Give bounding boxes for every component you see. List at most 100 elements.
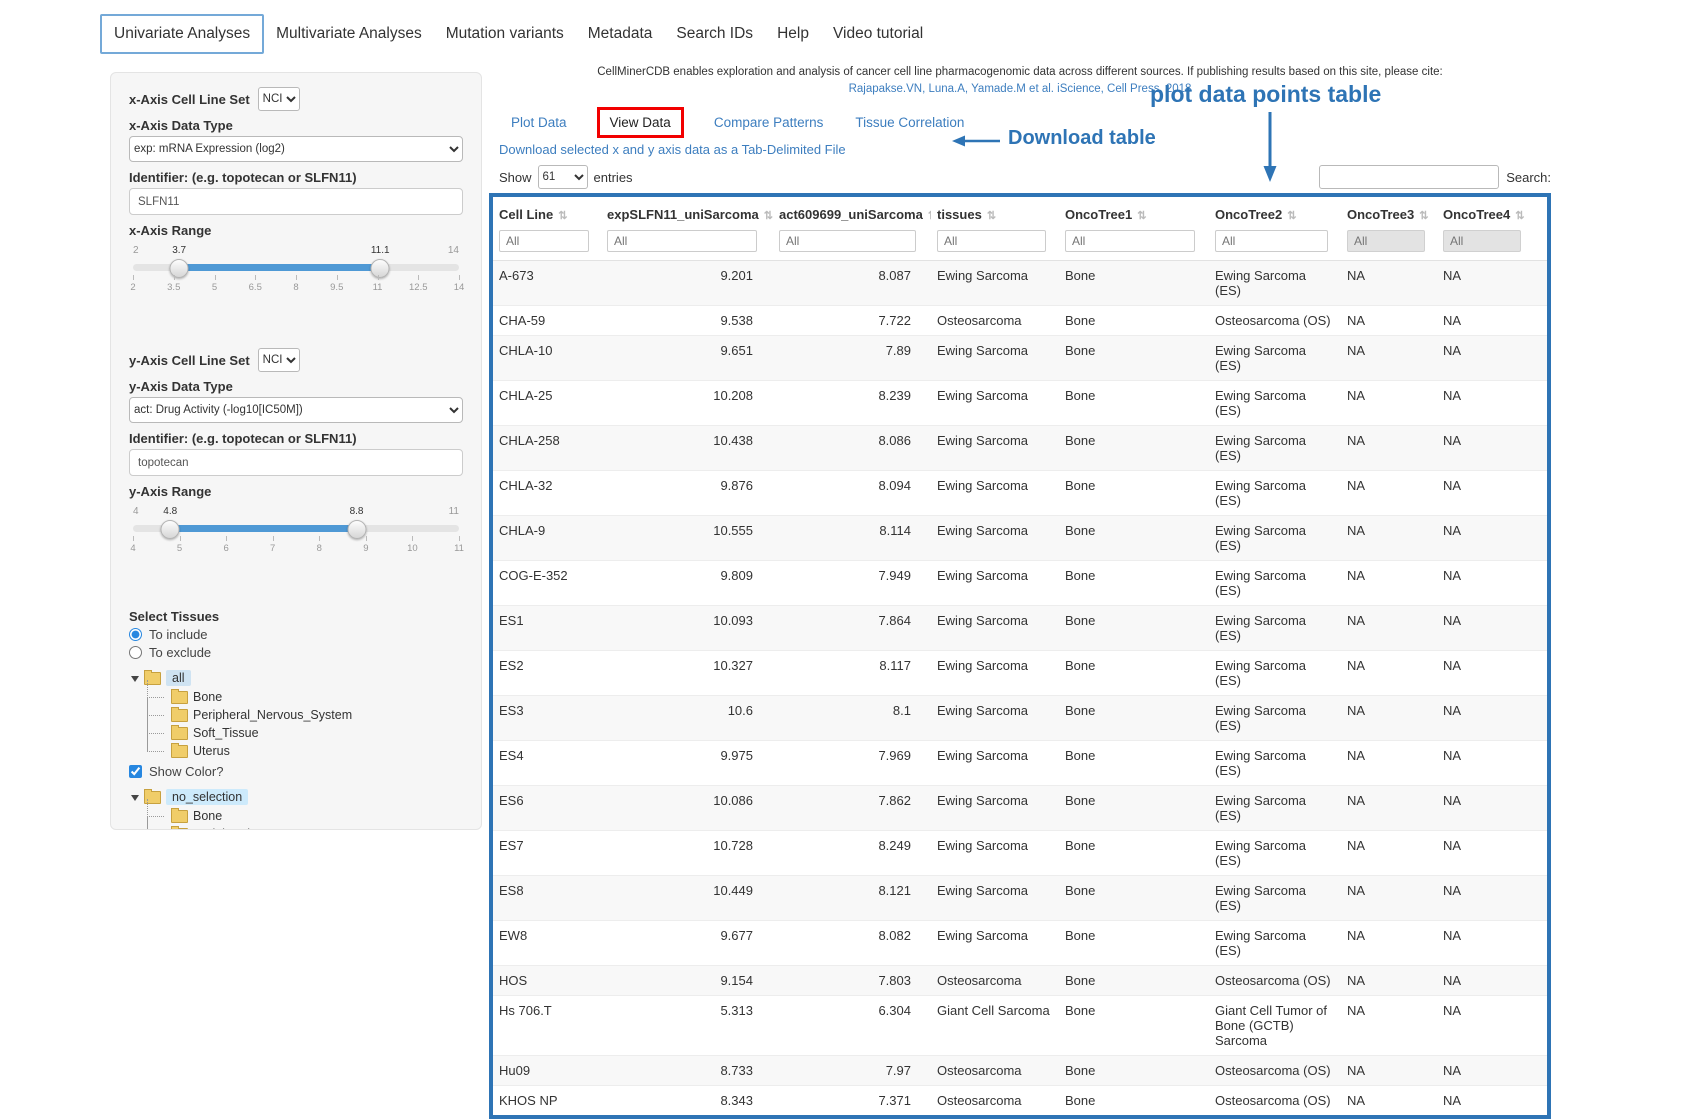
tree-root-label: no_selection: [166, 789, 248, 805]
table-row: CHLA-25810.4388.086Ewing SarcomaBoneEwin…: [493, 426, 1547, 471]
x-cell-line-set-select[interactable]: NCI: [258, 87, 300, 111]
cell: Ewing Sarcoma (ES): [1209, 921, 1341, 966]
cell: 8.117: [773, 651, 931, 696]
slider-tick: [133, 536, 134, 541]
cell: 9.677: [601, 921, 773, 966]
tab-plot-data[interactable]: Plot Data: [511, 115, 567, 130]
nav-item-multivariate-analyses[interactable]: Multivariate Analyses: [264, 16, 434, 52]
table-row: Hu098.7337.97OsteosarcomaBoneOsteosarcom…: [493, 1056, 1547, 1086]
tree-item-soft-tissue[interactable]: Soft_Tissue: [145, 724, 463, 742]
y-cell-line-set-select[interactable]: NCI: [258, 348, 300, 372]
cell: 10.6: [601, 696, 773, 741]
cell: Bone: [1059, 831, 1209, 876]
slider-track[interactable]: [133, 525, 459, 532]
cell: 7.803: [773, 966, 931, 996]
column-header-oncotree1[interactable]: OncoTree1⇅: [1059, 197, 1209, 230]
citation-link[interactable]: Rajapakse.VN, Luna.A, Yamade.M et al. iS…: [849, 83, 1192, 95]
column-header-oncotree4[interactable]: OncoTree4⇅: [1437, 197, 1547, 230]
show-color-label: Show Color?: [149, 764, 223, 779]
tree-item-uterus[interactable]: Uterus: [145, 742, 463, 760]
slider-tick-label: 8: [317, 543, 322, 554]
sort-icon: ⇅: [928, 210, 931, 222]
column-header-expslfn11-unisarcoma[interactable]: expSLFN11_uniSarcoma⇅: [601, 197, 773, 230]
tab-tissue-correlation[interactable]: Tissue Correlation: [855, 115, 964, 130]
slider-tick-label: 10: [407, 543, 418, 554]
filter-cell: [1341, 230, 1437, 261]
tissue-radio-to-exclude[interactable]: To exclude: [129, 645, 463, 660]
x-range-slider[interactable]: 2143.711.123.556.589.51112.514: [133, 258, 459, 308]
column-header-tissues[interactable]: tissues⇅: [931, 197, 1059, 230]
tree-root[interactable]: no_selection: [131, 787, 463, 807]
cell: 7.722: [773, 306, 931, 336]
tree-item-peripheral-nervous-system[interactable]: Peripheral_Nervous_System: [145, 825, 463, 830]
tab-view-data[interactable]: View Data: [597, 107, 684, 138]
column-header-act609699-unisarcoma[interactable]: act609699_uniSarcoma⇅: [773, 197, 931, 230]
filter-input-oncotree2[interactable]: [1215, 230, 1328, 252]
table-row: ES210.3278.117Ewing SarcomaBoneEwing Sar…: [493, 651, 1547, 696]
show-color-checkbox-row[interactable]: Show Color?: [129, 764, 463, 779]
cell: Bone: [1059, 1086, 1209, 1116]
filter-input-oncotree1[interactable]: [1065, 230, 1195, 252]
download-link[interactable]: Download selected x and y axis data as a…: [499, 142, 846, 157]
cell: Ewing Sarcoma: [931, 471, 1059, 516]
x-identifier-input[interactable]: [129, 188, 463, 215]
filter-input-oncotree3: [1347, 230, 1425, 252]
column-header-oncotree3[interactable]: OncoTree3⇅: [1341, 197, 1437, 230]
filter-input-cell-line[interactable]: [499, 230, 589, 252]
y-data-type-select[interactable]: act: Drug Activity (-log10[IC50M]): [129, 397, 463, 423]
slider-tick-label: 6: [223, 543, 228, 554]
x-data-type-select[interactable]: exp: mRNA Expression (log2): [129, 136, 463, 162]
radio-input[interactable]: [129, 628, 142, 641]
nav-item-univariate-analyses[interactable]: Univariate Analyses: [100, 14, 264, 54]
table-row: ES810.4498.121Ewing SarcomaBoneEwing Sar…: [493, 876, 1547, 921]
tree-item-peripheral-nervous-system[interactable]: Peripheral_Nervous_System: [145, 706, 463, 724]
filter-input-tissues[interactable]: [937, 230, 1046, 252]
y-data-type-label: y-Axis Data Type: [129, 379, 463, 394]
nav-item-search-ids[interactable]: Search IDs: [664, 16, 765, 52]
column-header-oncotree2[interactable]: OncoTree2⇅: [1209, 197, 1341, 230]
cell: 7.371: [773, 1086, 931, 1116]
slider-tick-label: 9: [363, 543, 368, 554]
y-identifier-input[interactable]: [129, 449, 463, 476]
filter-cell: [601, 230, 773, 261]
show-color-checkbox[interactable]: [129, 765, 142, 778]
nav-item-mutation-variants[interactable]: Mutation variants: [434, 16, 576, 52]
slider-from-value: 4.8: [163, 506, 177, 517]
top-nav: Univariate AnalysesMultivariate Analyses…: [100, 14, 935, 54]
filter-cell: [773, 230, 931, 261]
cell: NA: [1437, 471, 1547, 516]
nav-item-help[interactable]: Help: [765, 16, 821, 52]
filter-input-expslfn11-unisarcoma[interactable]: [607, 230, 757, 252]
tree-item-bone[interactable]: Bone: [145, 807, 463, 825]
filter-input-act609699-unisarcoma[interactable]: [779, 230, 916, 252]
cell: Giant Cell Sarcoma: [931, 996, 1059, 1056]
tree-root[interactable]: all: [131, 668, 463, 688]
tab-compare-patterns[interactable]: Compare Patterns: [714, 115, 824, 130]
table-body: A-6739.2018.087Ewing SarcomaBoneEwing Sa…: [493, 261, 1547, 1116]
cell: Ewing Sarcoma: [931, 831, 1059, 876]
y-range-slider[interactable]: 4114.88.84567891011: [133, 519, 459, 569]
nav-item-video-tutorial[interactable]: Video tutorial: [821, 16, 935, 52]
cell: Ewing Sarcoma: [931, 741, 1059, 786]
radio-input[interactable]: [129, 646, 142, 659]
slider-tick: [174, 275, 175, 280]
nav-item-metadata[interactable]: Metadata: [576, 16, 665, 52]
tree-item-label: Peripheral_Nervous_System: [193, 827, 352, 830]
tree-item-bone[interactable]: Bone: [145, 688, 463, 706]
entries-select[interactable]: 61: [538, 165, 588, 189]
cell: Hs 706.T: [493, 996, 601, 1056]
cell: Osteosarcoma: [931, 1056, 1059, 1086]
data-table: Cell Line⇅expSLFN11_uniSarcoma⇅act609699…: [493, 197, 1547, 1115]
column-header-cell-line[interactable]: Cell Line⇅: [493, 197, 601, 230]
cell: Bone: [1059, 261, 1209, 306]
folder-icon: [171, 709, 188, 722]
sort-icon: ⇅: [1137, 210, 1146, 222]
cell: NA: [1437, 561, 1547, 606]
cell: 8.082: [773, 921, 931, 966]
slider-tick-label: 3.5: [167, 282, 180, 293]
cell: NA: [1437, 966, 1547, 996]
column-header-label: Cell Line: [499, 207, 553, 222]
citation: CellMinerCDB enables exploration and ana…: [489, 64, 1551, 97]
search-input[interactable]: [1319, 165, 1499, 189]
tissue-radio-to-include[interactable]: To include: [129, 627, 463, 642]
